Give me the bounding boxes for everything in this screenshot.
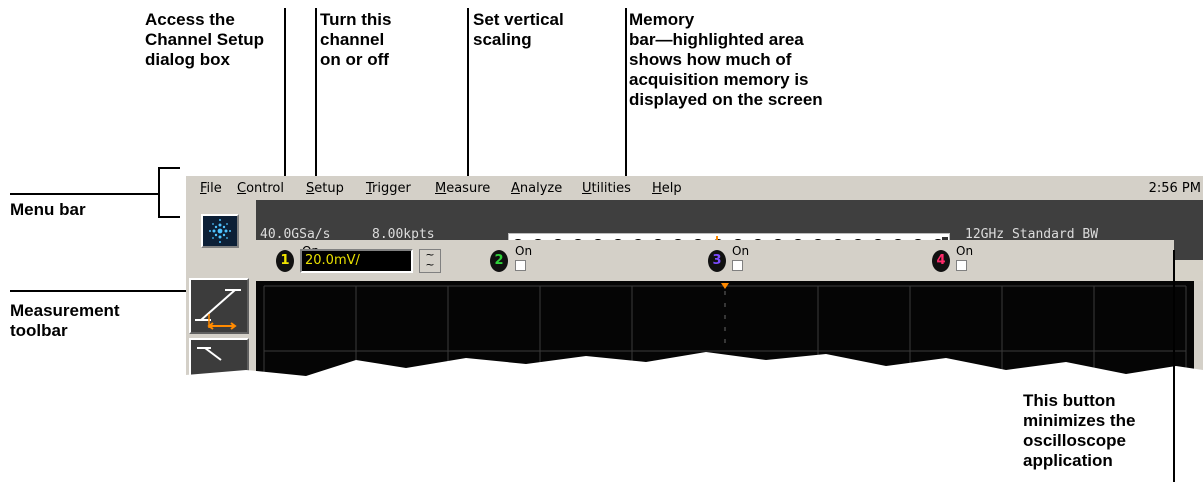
menu-utilities[interactable]: Utilities bbox=[582, 181, 631, 196]
menu-measure-label: easure bbox=[446, 181, 491, 196]
leader-line-minimize bbox=[1173, 250, 1175, 482]
channel-bar: 1 On ✓ 20.0mV/ ~~ 2 On 3 On 4 On bbox=[256, 240, 1174, 281]
menu-help-label: elp bbox=[661, 181, 682, 196]
clock: 2:56 PM bbox=[1148, 181, 1201, 196]
menu-help-mnemonic: H bbox=[652, 181, 662, 196]
menu-setup[interactable]: Setup bbox=[306, 181, 344, 196]
channel-1-scale-field[interactable]: 20.0mV/ bbox=[300, 249, 413, 273]
menu-analyze[interactable]: Analyze bbox=[511, 181, 562, 196]
menu-control-label: ontrol bbox=[246, 181, 284, 196]
menu-analyze-mnemonic: A bbox=[511, 181, 520, 196]
callout-channel-setup: Access the Channel Setup dialog box bbox=[145, 10, 265, 69]
callout-measurement-toolbar: Measurement toolbar bbox=[10, 301, 120, 340]
menu-analyze-label: nalyze bbox=[519, 181, 563, 196]
coupling-toggle-icon[interactable]: ~ ~ bbox=[419, 249, 441, 273]
callout-vertical-scaling: Set vertical scaling bbox=[473, 10, 564, 49]
channel-4-on-checkbox[interactable] bbox=[956, 260, 967, 271]
menu-utilities-label: tilities bbox=[591, 181, 631, 196]
menu-setup-label: etup bbox=[314, 181, 344, 196]
menu-trigger[interactable]: Trigger bbox=[366, 181, 411, 196]
menu-bracket-leader bbox=[10, 193, 160, 195]
measurement-tool-button[interactable] bbox=[189, 278, 249, 334]
channel-4-setup-button[interactable]: 4 bbox=[932, 250, 950, 272]
menu-measure[interactable]: Measure bbox=[435, 181, 490, 196]
channel-2-on-label: On bbox=[515, 244, 533, 258]
menu-control[interactable]: Control bbox=[237, 181, 284, 196]
channel-2-setup-button[interactable]: 2 bbox=[490, 250, 508, 272]
callout-memory-bar: Memory bar—highlighted area shows how mu… bbox=[629, 10, 823, 109]
torn-edge bbox=[186, 352, 1203, 390]
channel-1-setup-button[interactable]: 1 bbox=[276, 250, 294, 272]
menu-bracket-bottom bbox=[158, 216, 180, 218]
channel-4-number: 4 bbox=[936, 253, 946, 268]
menu-control-mnemonic: C bbox=[237, 181, 247, 196]
menu-bracket-top bbox=[158, 167, 180, 169]
menu-file-label: ile bbox=[206, 181, 222, 196]
channel-2-number: 2 bbox=[494, 253, 504, 268]
channel-3-setup-button[interactable]: 3 bbox=[708, 250, 726, 272]
menu-bracket-side bbox=[158, 167, 160, 217]
channel-3-on-label: On bbox=[732, 244, 750, 258]
channel-2-on-checkbox[interactable] bbox=[515, 260, 526, 271]
channel-4-on-label: On bbox=[956, 244, 974, 258]
menu-trigger-label: rigger bbox=[372, 181, 411, 196]
measurement-tool-icon bbox=[195, 289, 241, 330]
callout-toggle-channel: Turn this channel on or off bbox=[320, 10, 392, 69]
callout-menu-bar: Menu bar bbox=[10, 200, 86, 219]
channel-3-number: 3 bbox=[712, 253, 722, 268]
menu-file[interactable]: File bbox=[200, 181, 222, 196]
agilent-logo-icon[interactable] bbox=[201, 214, 239, 248]
menu-measure-mnemonic: M bbox=[435, 181, 447, 196]
menu-bar: File Control Setup Trigger Measure Analy… bbox=[186, 176, 1203, 200]
menu-help[interactable]: Help bbox=[652, 181, 682, 196]
measurement-leader bbox=[10, 290, 195, 292]
menu-utilities-mnemonic: U bbox=[582, 181, 592, 196]
callout-minimize: This button minimizes the oscilloscope a… bbox=[1023, 391, 1136, 470]
channel-3-on-checkbox[interactable] bbox=[732, 260, 743, 271]
channel-1-number: 1 bbox=[280, 253, 290, 268]
